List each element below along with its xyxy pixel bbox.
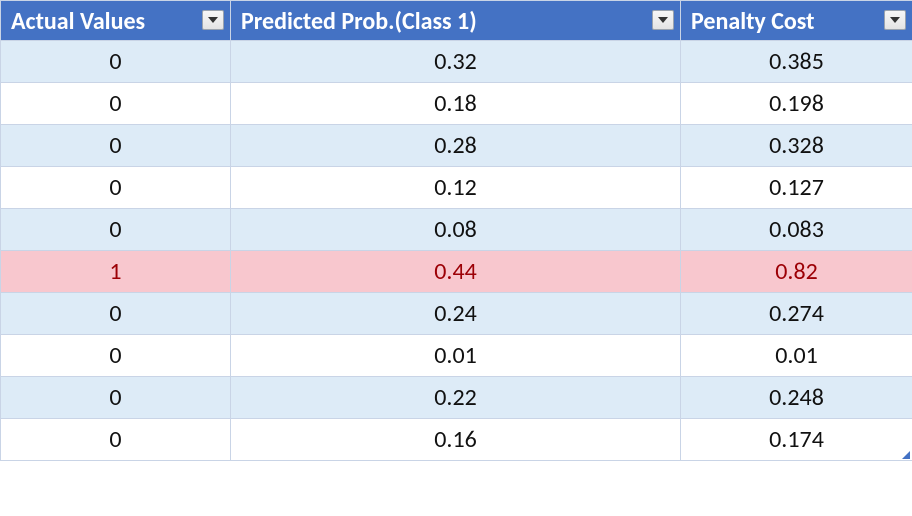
table-row[interactable]: 00.120.127 (1, 166, 912, 208)
cell-predicted[interactable]: 0.32 (231, 40, 681, 82)
chevron-down-icon (658, 17, 668, 23)
table-row[interactable]: 00.010.01 (1, 334, 912, 376)
cell-penalty[interactable]: 0.198 (681, 82, 912, 124)
header-label: Predicted Prob.(Class 1) (241, 7, 477, 36)
cell-predicted[interactable]: 0.44 (231, 250, 681, 292)
header-penalty-cost[interactable]: Penalty Cost (681, 1, 912, 41)
table-row[interactable]: 00.080.083 (1, 208, 912, 250)
header-label: Actual Values (11, 7, 145, 36)
cell-actual[interactable]: 0 (1, 292, 231, 334)
filter-dropdown-actual[interactable] (202, 10, 224, 30)
cell-actual[interactable]: 0 (1, 166, 231, 208)
cell-penalty[interactable]: 0.01 (681, 334, 912, 376)
cell-penalty[interactable]: 0.328 (681, 124, 912, 166)
cell-predicted[interactable]: 0.12 (231, 166, 681, 208)
header-actual-values[interactable]: Actual Values (1, 1, 231, 41)
cell-actual[interactable]: 0 (1, 208, 231, 250)
cell-predicted[interactable]: 0.01 (231, 334, 681, 376)
cell-penalty[interactable]: 0.083 (681, 208, 912, 250)
chevron-down-icon (890, 17, 900, 23)
cell-predicted[interactable]: 0.22 (231, 376, 681, 418)
table-row[interactable]: 00.160.174 (1, 418, 912, 460)
cell-actual[interactable]: 0 (1, 418, 231, 460)
filter-dropdown-penalty[interactable] (884, 10, 906, 30)
table-resize-handle-icon[interactable] (902, 451, 910, 459)
cell-penalty[interactable]: 0.127 (681, 166, 912, 208)
table-row[interactable]: 00.220.248 (1, 376, 912, 418)
header-label: Penalty Cost (691, 7, 814, 36)
cell-predicted[interactable]: 0.18 (231, 82, 681, 124)
cell-actual[interactable]: 0 (1, 82, 231, 124)
data-table-container: Actual Values Predicted Prob.(Class 1) (0, 0, 912, 461)
cell-actual[interactable]: 0 (1, 124, 231, 166)
data-table: Actual Values Predicted Prob.(Class 1) (0, 0, 912, 461)
cell-predicted[interactable]: 0.08 (231, 208, 681, 250)
header-row: Actual Values Predicted Prob.(Class 1) (1, 1, 912, 41)
cell-penalty[interactable]: 0.385 (681, 40, 912, 82)
table-row[interactable]: 00.180.198 (1, 82, 912, 124)
cell-actual[interactable]: 0 (1, 40, 231, 82)
cell-penalty[interactable]: 0.248 (681, 376, 912, 418)
cell-actual[interactable]: 1 (1, 250, 231, 292)
table-body: 00.320.38500.180.19800.280.32800.120.127… (1, 40, 912, 460)
cell-actual[interactable]: 0 (1, 334, 231, 376)
table-row[interactable]: 00.320.385 (1, 40, 912, 82)
cell-penalty[interactable]: 0.174 (681, 418, 912, 460)
chevron-down-icon (208, 17, 218, 23)
cell-penalty[interactable]: 0.274 (681, 292, 912, 334)
cell-predicted[interactable]: 0.28 (231, 124, 681, 166)
cell-predicted[interactable]: 0.16 (231, 418, 681, 460)
table-row[interactable]: 00.240.274 (1, 292, 912, 334)
table-row[interactable]: 10.440.82 (1, 250, 912, 292)
cell-penalty[interactable]: 0.82 (681, 250, 912, 292)
cell-predicted[interactable]: 0.24 (231, 292, 681, 334)
header-predicted-prob[interactable]: Predicted Prob.(Class 1) (231, 1, 681, 41)
cell-actual[interactable]: 0 (1, 376, 231, 418)
filter-dropdown-predicted[interactable] (652, 10, 674, 30)
table-row[interactable]: 00.280.328 (1, 124, 912, 166)
